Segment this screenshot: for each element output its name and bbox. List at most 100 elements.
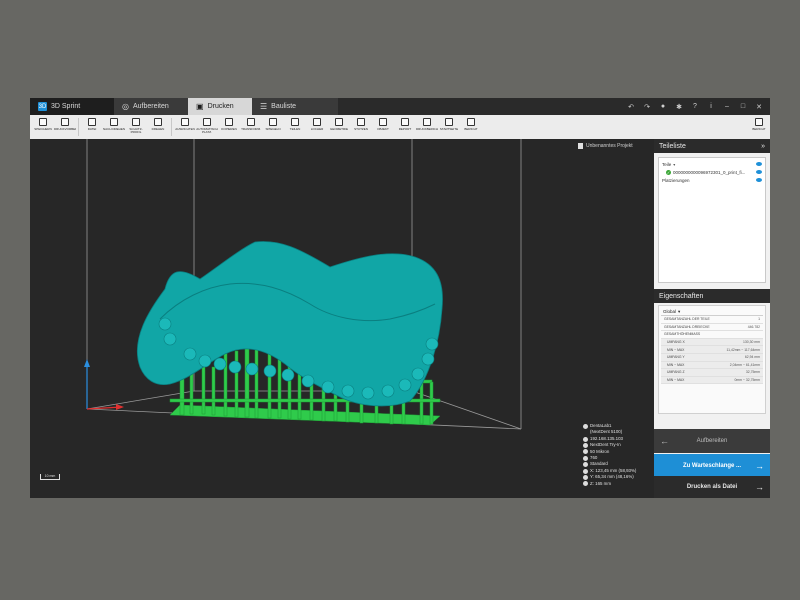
split-icon xyxy=(291,118,299,126)
supports-icon xyxy=(357,118,365,126)
arrow-right-icon: → xyxy=(754,482,764,492)
globe-icon: ◎ xyxy=(122,102,129,111)
save-icon xyxy=(39,118,47,126)
tool-nach-drehen[interactable]: NACH DREHEN xyxy=(103,115,125,139)
scope-select[interactable]: Global ▾ xyxy=(661,308,763,316)
x-extent-icon xyxy=(583,468,588,474)
tool-drehen[interactable]: DREHEN xyxy=(147,115,169,139)
3d-viewport[interactable]: Unbenanntes Projekt DentaLab1 (NextDent … xyxy=(30,139,654,498)
tool-speichern[interactable]: SPEICHERN xyxy=(32,115,54,139)
auto-place-icon xyxy=(203,118,211,126)
back-to-aufbereiten-button[interactable]: ← Aufbereiten xyxy=(654,429,770,453)
property-row: Min ~ Max 2,04mm ~ 61,41mm xyxy=(661,361,763,370)
redo-icon[interactable]: ↷ xyxy=(642,103,652,111)
tab-drucken[interactable]: ▣ Drucken xyxy=(188,98,252,115)
toolbar-divider xyxy=(78,118,79,136)
tool-startseite[interactable]: STARTSEITE xyxy=(438,115,460,139)
eye-icon[interactable] xyxy=(756,170,762,174)
list-item[interactable]: Teile ▾ xyxy=(662,160,762,168)
printer-info: DentaLab1 (NextDent 5100) 192.168.135.10… xyxy=(583,423,636,487)
tool-druckbericht[interactable]: DRUCKBERICHT xyxy=(416,115,438,139)
double-chevron-right-icon[interactable]: » xyxy=(761,143,765,150)
title-spacer xyxy=(338,98,620,115)
parts-list: Teile ▾ ✓ 0000000000096972301_0_print_fi… xyxy=(658,157,766,283)
eye-icon[interactable] xyxy=(756,178,762,182)
tool-kopieren[interactable]: KOPIEREN xyxy=(218,115,240,139)
close-icon[interactable]: ✕ xyxy=(754,103,764,111)
tool-bericht[interactable]: BERICHT xyxy=(460,115,482,139)
app-name: 3D Sprint xyxy=(51,103,81,110)
tool-stuetzen[interactable]: STÜTZEN xyxy=(350,115,372,139)
tool-teilen[interactable]: TEILEN xyxy=(284,115,306,139)
wrench-icon xyxy=(61,118,69,126)
app-window: 3D 3D Sprint ◎ Aufbereiten ▣ Drucken ☰ B… xyxy=(30,98,770,498)
document-icon xyxy=(467,118,475,126)
queue-label: Zu Warteschlange ... xyxy=(682,463,742,469)
property-row: Umfang Z 32,75mm xyxy=(661,369,763,377)
print-to-file-button[interactable]: Drucken als Datei → xyxy=(654,476,770,498)
project-name: Unbenanntes Projekt xyxy=(578,143,633,149)
gear-icon[interactable]: ✱ xyxy=(674,103,684,111)
toolbar: SPEICHERN DRUCKVORBEREITUNG DATEI NACH D… xyxy=(30,115,770,139)
toolbar-divider xyxy=(171,118,172,136)
printer-icon: ▣ xyxy=(196,102,204,111)
scene-canvas xyxy=(84,139,522,430)
layer-icon xyxy=(583,449,588,455)
printer-info-row: Z: 165 mm xyxy=(583,481,636,487)
queue-button[interactable]: Zu Warteschlange ... → xyxy=(654,454,770,478)
chevron-down-icon[interactable]: ▾ xyxy=(673,162,675,167)
property-row: GESAMTANZAHL DREIECKE 446.782 xyxy=(661,324,763,332)
arrow-left-icon: ← xyxy=(660,436,669,446)
tool-bericht-right[interactable]: BERICHT xyxy=(748,115,770,139)
y-extent-icon xyxy=(583,474,588,480)
minimize-icon[interactable]: – xyxy=(722,103,732,110)
tool-druckvorbereitung[interactable]: DRUCKVORBEREITUNG xyxy=(54,115,76,139)
title-bar: 3D 3D Sprint ◎ Aufbereiten ▣ Drucken ☰ B… xyxy=(30,98,770,115)
print-file-label: Drucken als Datei xyxy=(686,484,738,490)
property-row: GESAMTANZAHL DER TEILE 1 xyxy=(661,316,763,324)
info-icon[interactable]: i xyxy=(706,103,716,110)
tool-geometrie[interactable]: GEOMETRIE xyxy=(328,115,350,139)
check-icon[interactable]: ● xyxy=(658,103,668,110)
list-item[interactable]: Platzierungen xyxy=(662,176,762,184)
help-icon[interactable]: ? xyxy=(690,103,700,110)
tab-bauliste[interactable]: ☰ Bauliste xyxy=(252,98,338,115)
eye-icon xyxy=(755,118,763,126)
tab-aufbereiten[interactable]: ◎ Aufbereiten xyxy=(114,98,188,115)
tool-schutzprofil[interactable]: SCHUTZ­PROFIL xyxy=(125,115,147,139)
eye-icon[interactable] xyxy=(756,162,762,166)
tool-ausrichten[interactable]: AUSRICHTEN xyxy=(174,115,196,139)
x-axis-arrow xyxy=(116,404,124,410)
home-icon xyxy=(445,118,453,126)
property-row: Min ~ Max 11,42mm ~ 117,64mm xyxy=(661,346,763,354)
printer-icon xyxy=(583,423,588,429)
file-icon xyxy=(88,118,96,126)
list-item[interactable]: ✓ 0000000000096972301_0_print_fi... xyxy=(662,168,762,176)
tab-label: Aufbereiten xyxy=(132,103,169,110)
tool-loecher[interactable]: LÖCHER xyxy=(306,115,328,139)
maximize-icon[interactable]: □ xyxy=(738,103,748,110)
scale-bar: 10 mm xyxy=(40,474,60,480)
property-row: Umfang X 130,30 mm xyxy=(661,338,763,347)
tool-report[interactable]: REPORT xyxy=(394,115,416,139)
material-icon xyxy=(583,442,588,448)
tool-automatisch[interactable]: AUTOMATISCH PLATZ. xyxy=(196,115,218,139)
arrow-right-icon: → xyxy=(755,461,764,471)
property-row: Umfang Y 62,94 mm xyxy=(661,353,763,362)
z-extent-icon xyxy=(583,481,588,487)
list-icon: ☰ xyxy=(260,102,268,111)
teileliste-title: Teileliste xyxy=(659,142,686,150)
tool-transform[interactable]: TRANSFORM. xyxy=(240,115,262,139)
eigenschaften-header: Eigenschaften xyxy=(654,289,770,303)
project-name-label: Unbenanntes Projekt xyxy=(586,143,633,149)
teileliste-header: Teileliste » xyxy=(654,139,770,153)
rotate-cw-icon xyxy=(154,118,162,126)
undo-icon[interactable]: ↶ xyxy=(626,103,636,111)
mirror-icon xyxy=(269,118,277,126)
document-icon xyxy=(578,143,583,149)
tool-objekt[interactable]: OBJEKT xyxy=(372,115,394,139)
window-controls: ↶ ↷ ● ✱ ? i – □ ✕ xyxy=(620,98,770,115)
tool-spiegeln[interactable]: SPIEGELN xyxy=(262,115,284,139)
tool-datei[interactable]: DATEI xyxy=(81,115,103,139)
